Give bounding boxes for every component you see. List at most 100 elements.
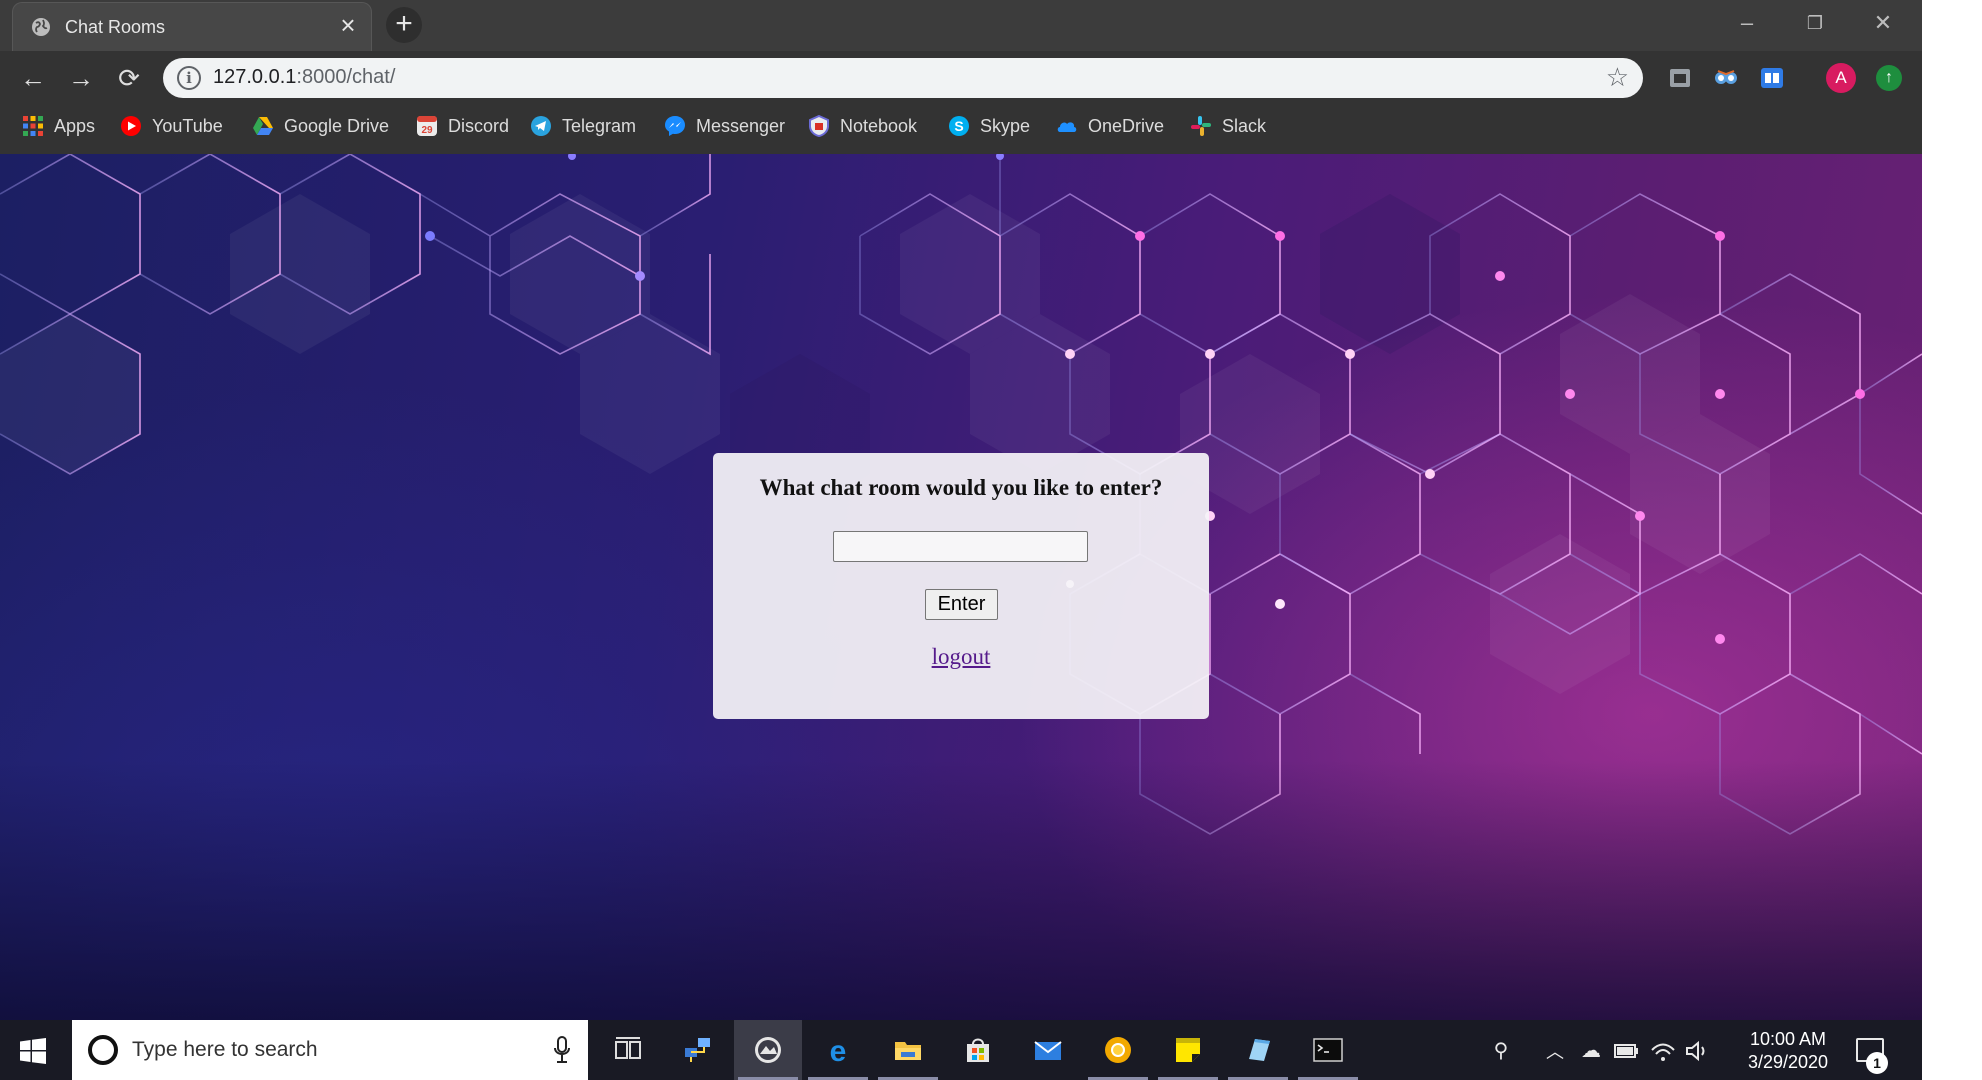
task-view-icon <box>615 1037 641 1059</box>
taskbar-file-explorer-app[interactable] <box>874 1020 942 1080</box>
room-question-heading: What chat room would you like to enter? <box>759 475 1163 500</box>
windows-start-icon[interactable] <box>20 1038 46 1064</box>
bookmark-telegram[interactable]: Telegram <box>530 112 636 140</box>
taskbar-store-app[interactable] <box>944 1020 1012 1080</box>
edge-icon: e <box>830 1035 847 1065</box>
system-clock[interactable]: 10:00 AM 3/29/2020 <box>1738 1028 1838 1074</box>
battery-icon[interactable] <box>1614 1042 1640 1060</box>
globe-icon <box>32 18 50 36</box>
back-button[interactable]: ← <box>18 63 48 93</box>
page-shade <box>0 760 1922 1020</box>
taskbar-search-box[interactable]: Type here to search <box>72 1020 588 1080</box>
bookmark-label: OneDrive <box>1088 115 1165 136</box>
bookmark-star-icon[interactable]: ☆ <box>1606 62 1629 93</box>
bookmark-notebook[interactable]: Notebook <box>808 112 917 140</box>
taskbar-sticky-notes-app[interactable] <box>1154 1020 1222 1080</box>
svg-text:S: S <box>954 118 963 134</box>
restore-button[interactable]: ❐ <box>1790 6 1840 40</box>
terminal-icon <box>1313 1038 1343 1062</box>
bookmark-youtube[interactable]: YouTube <box>120 112 223 140</box>
bookmark-apps[interactable]: Apps <box>22 112 95 140</box>
page-viewport: What chat room would you like to enter? … <box>0 154 1922 1020</box>
telegram-icon <box>531 116 551 136</box>
bookmark-google-drive[interactable]: Google Drive <box>252 112 389 140</box>
bookmark-label: Discord <box>448 115 510 136</box>
notepad-icon <box>1249 1039 1270 1061</box>
notification-badge: 1 <box>1866 1052 1888 1074</box>
volume-icon[interactable] <box>1684 1040 1710 1062</box>
taskbar-notepad-app[interactable] <box>1224 1020 1292 1080</box>
microphone-icon[interactable] <box>554 1036 570 1064</box>
clock-date: 3/29/2020 <box>1747 1052 1829 1072</box>
room-entry-card: What chat room would you like to enter? … <box>713 453 1209 719</box>
app-round-icon <box>755 1037 781 1063</box>
onedrive-icon <box>1057 122 1077 132</box>
taskbar-chrome-canary-app[interactable] <box>1084 1020 1152 1080</box>
update-arrow-icon[interactable]: ↑ <box>1876 65 1902 91</box>
address-url[interactable]: 127.0.0.1:8000/chat/ <box>213 66 395 89</box>
logout-link[interactable]: logout <box>713 644 1209 670</box>
taskbar-mail-app[interactable] <box>1014 1020 1082 1080</box>
profile-avatar[interactable]: A <box>1826 63 1856 93</box>
svg-text:29: 29 <box>421 125 433 136</box>
address-bar[interactable]: i 127.0.0.1:8000/chat/ ☆ <box>163 58 1643 98</box>
forward-button[interactable]: → <box>66 63 96 93</box>
new-tab-button[interactable]: + <box>386 7 422 43</box>
bookmark-label: Messenger <box>696 115 786 136</box>
notebook-icon <box>809 115 829 137</box>
bookmark-label: Telegram <box>562 115 637 136</box>
taskbar-terminal-app[interactable] <box>1294 1020 1362 1080</box>
bookmark-label: Slack <box>1222 115 1267 136</box>
slack-icon <box>1191 116 1211 136</box>
wifi-icon[interactable] <box>1650 1040 1676 1062</box>
enter-button[interactable]: Enter <box>925 589 998 620</box>
bookmark-label: YouTube <box>152 115 223 136</box>
bookmark-skype[interactable]: S Skype <box>948 112 1030 140</box>
site-info-icon[interactable]: i <box>177 66 201 90</box>
store-bag-icon <box>967 1038 989 1062</box>
mail-icon <box>1034 1041 1062 1060</box>
extension-owl-icon[interactable] <box>1712 64 1740 92</box>
windows-taskbar: Type here to search e ⚲ ︿ ☁ 10:00 AM 3/2… <box>0 1020 1922 1080</box>
room-name-input[interactable] <box>833 531 1088 562</box>
extension-reader-icon[interactable] <box>1758 64 1786 92</box>
outside-screen-area <box>1922 0 1982 1080</box>
url-host: 127.0.0.1 <box>213 66 297 88</box>
youtube-icon <box>121 116 141 136</box>
network-computers-icon <box>685 1038 710 1062</box>
reload-button[interactable]: ⟳ <box>114 63 144 93</box>
task-view-button[interactable] <box>594 1020 662 1080</box>
taskbar-edge-app[interactable]: e <box>804 1020 872 1080</box>
extension-cast-icon[interactable] <box>1666 64 1694 92</box>
cortana-circle-icon <box>88 1035 118 1065</box>
svg-text:e: e <box>830 1035 847 1065</box>
bookmark-onedrive[interactable]: OneDrive <box>1056 112 1164 140</box>
browser-tab[interactable]: Chat Rooms × <box>12 2 372 51</box>
bookmark-label: Google Drive <box>284 115 390 136</box>
bookmark-messenger[interactable]: Messenger <box>664 112 785 140</box>
bookmark-discord[interactable]: 29 Discord <box>416 112 509 140</box>
search-placeholder: Type here to search <box>132 1038 318 1061</box>
onedrive-tray-icon[interactable]: ☁ <box>1578 1038 1604 1063</box>
discord-icon: 29 <box>417 116 437 136</box>
tab-close-icon[interactable]: × <box>335 12 361 39</box>
taskbar-network-app[interactable] <box>664 1020 732 1080</box>
bookmark-label: Apps <box>54 115 96 136</box>
people-icon[interactable]: ⚲ <box>1488 1038 1514 1063</box>
apps-grid-icon <box>23 116 43 136</box>
tab-strip: Chat Rooms × + – ❐ ✕ <box>0 0 1922 51</box>
chrome-canary-icon <box>1105 1037 1131 1063</box>
bookmark-label: Notebook <box>840 115 918 136</box>
close-window-button[interactable]: ✕ <box>1858 6 1908 40</box>
sticky-notes-icon <box>1176 1038 1200 1062</box>
tab-title: Chat Rooms <box>65 17 166 37</box>
url-path: :8000/chat/ <box>296 66 396 88</box>
tray-chevron-up-icon[interactable]: ︿ <box>1542 1038 1568 1064</box>
minimize-button[interactable]: – <box>1722 6 1772 40</box>
bookmark-label: Skype <box>980 115 1031 136</box>
folder-icon <box>895 1042 921 1060</box>
desktop-screen: Chat Rooms × + – ❐ ✕ ← → ⟳ i 127.0.0.1:8… <box>0 0 1922 1080</box>
taskbar-chrome-app[interactable] <box>734 1020 802 1080</box>
google-drive-icon <box>253 117 273 135</box>
bookmark-slack[interactable]: Slack <box>1190 112 1266 140</box>
